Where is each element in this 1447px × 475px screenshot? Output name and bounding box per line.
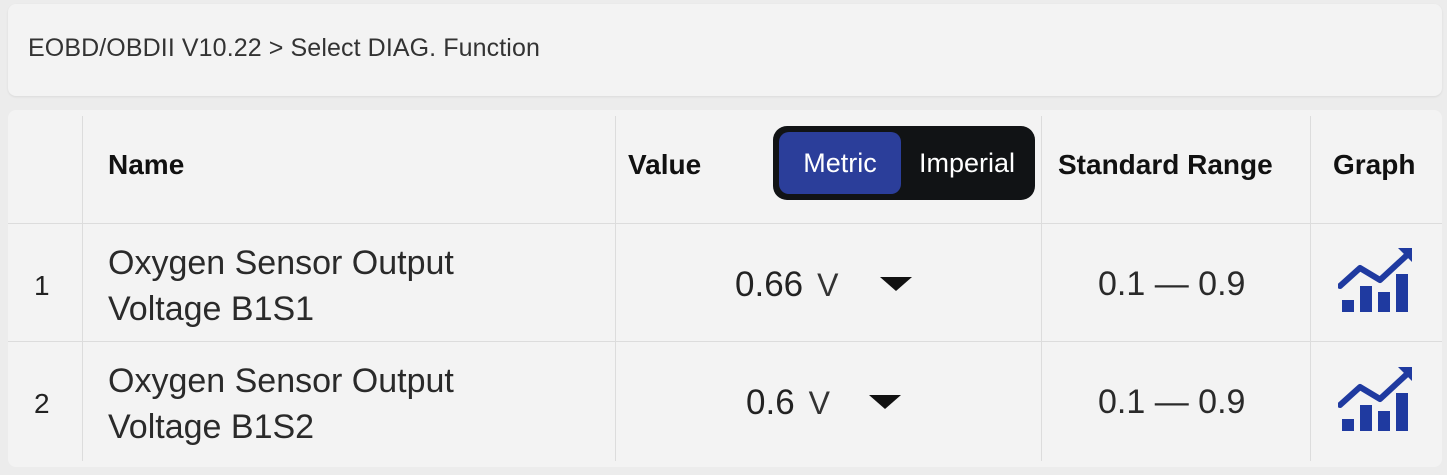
bar-chart-trend-icon[interactable] bbox=[1338, 365, 1414, 433]
row-range: 0.1 — 0.9 bbox=[1098, 383, 1246, 421]
row-name: Oxygen Sensor Output Voltage B1S1 bbox=[108, 244, 454, 328]
divider bbox=[8, 223, 1442, 224]
divider bbox=[615, 116, 616, 461]
divider bbox=[82, 116, 83, 461]
value-number: 0.66 bbox=[735, 265, 804, 304]
row-value: 0.66 V bbox=[735, 265, 838, 305]
header-value: Value bbox=[628, 149, 702, 180]
value-number: 0.6 bbox=[746, 383, 795, 422]
row-index: 1 bbox=[34, 270, 50, 301]
header-graph: Graph bbox=[1333, 149, 1416, 180]
breadcrumb: EOBD/OBDII V10.22 > Select DIAG. Functio… bbox=[8, 4, 1442, 96]
value-unit: V bbox=[817, 267, 839, 303]
header-standard-range: Standard Range bbox=[1058, 149, 1273, 180]
row-range: 0.1 — 0.9 bbox=[1098, 265, 1246, 303]
header-name: Name bbox=[108, 149, 185, 180]
caret-down-icon[interactable] bbox=[880, 277, 912, 291]
row-index: 2 bbox=[34, 388, 50, 419]
row-name: Oxygen Sensor Output Voltage B1S2 bbox=[108, 362, 454, 446]
bar-chart-trend-icon[interactable] bbox=[1338, 246, 1414, 314]
divider bbox=[1310, 116, 1311, 461]
row-value: 0.6 V bbox=[746, 383, 830, 423]
data-stream-table: Name Value Metric Imperial Standard Rang… bbox=[8, 110, 1442, 467]
imperial-toggle-button[interactable]: Imperial bbox=[905, 132, 1029, 194]
caret-down-icon[interactable] bbox=[869, 395, 901, 409]
value-unit: V bbox=[808, 385, 830, 421]
divider bbox=[1041, 116, 1042, 461]
breadcrumb-text: EOBD/OBDII V10.22 > Select DIAG. Functio… bbox=[28, 34, 540, 62]
unit-toggle: Metric Imperial bbox=[773, 126, 1035, 200]
metric-toggle-button[interactable]: Metric bbox=[779, 132, 901, 194]
divider bbox=[8, 341, 1442, 342]
